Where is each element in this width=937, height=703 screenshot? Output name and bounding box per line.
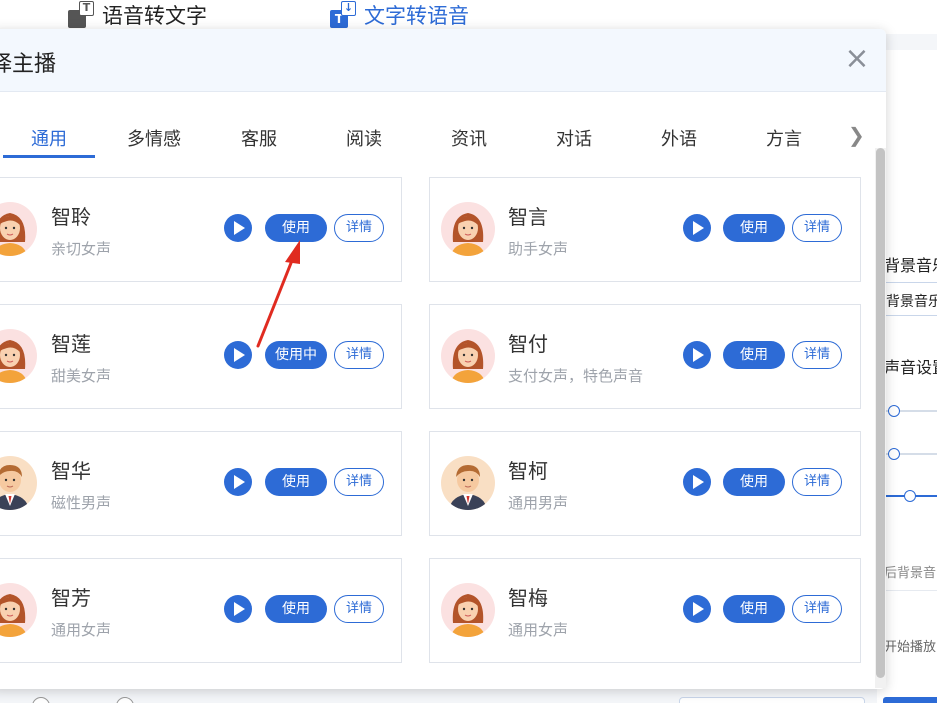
avatar xyxy=(0,329,37,383)
voice-card[interactable]: 智柯通用男声 使用 详情 xyxy=(429,431,861,536)
play-icon[interactable] xyxy=(224,214,252,242)
tab-reading[interactable]: 阅读 xyxy=(346,125,382,151)
modal-header: 择主播 × xyxy=(0,29,886,92)
play-icon[interactable] xyxy=(683,341,711,369)
voice-category-tabs: 通用 多情感 客服 阅读 资讯 对话 外语 方言 ❯ xyxy=(0,119,886,159)
tab-dialogue[interactable]: 对话 xyxy=(556,125,592,151)
background-music-label: 背景音乐 xyxy=(884,256,937,275)
tab-text-to-speech-label: 文字转语音 xyxy=(364,4,469,28)
slider-knob[interactable] xyxy=(888,405,900,417)
tab-dialect[interactable]: 方言 xyxy=(766,125,802,151)
voice-settings-label: 声音设置 xyxy=(884,358,937,377)
pitch-slider[interactable] xyxy=(884,490,937,502)
detail-button[interactable]: 详情 xyxy=(792,214,842,242)
detail-button[interactable]: 详情 xyxy=(334,595,384,623)
voice-card[interactable]: 智华磁性男声 使用 详情 xyxy=(0,431,402,536)
speech-to-text-icon: T xyxy=(66,1,94,29)
detail-button[interactable]: 详情 xyxy=(334,214,384,242)
use-button[interactable]: 使用中 xyxy=(265,341,327,369)
bottom-primary-button[interactable] xyxy=(883,697,937,703)
slider-knob[interactable] xyxy=(888,448,900,460)
voice-description: 亲切女声 xyxy=(51,240,112,258)
voice-name: 智梅 xyxy=(508,586,548,610)
background-music-select[interactable]: 背景音乐 xyxy=(881,282,937,316)
radio-button[interactable] xyxy=(116,697,134,703)
voice-description: 通用女声 xyxy=(508,621,569,639)
voice-description: 通用男声 xyxy=(508,494,569,512)
detail-button[interactable]: 详情 xyxy=(792,595,842,623)
divider xyxy=(884,590,937,591)
speed-slider[interactable] xyxy=(884,405,937,417)
tab-customer-service[interactable]: 客服 xyxy=(241,125,277,151)
play-icon[interactable] xyxy=(224,468,252,496)
volume-slider[interactable] xyxy=(884,448,937,460)
use-button[interactable]: 使用 xyxy=(723,468,785,496)
voice-name: 智言 xyxy=(508,205,548,229)
voice-description: 助手女声 xyxy=(508,240,569,258)
use-button[interactable]: 使用 xyxy=(723,214,785,242)
voice-description: 甜美女声 xyxy=(51,367,112,385)
voice-card[interactable]: 智梅通用女声 使用 详情 xyxy=(429,558,861,663)
close-icon[interactable]: × xyxy=(842,44,872,75)
background-note: 后背景音 xyxy=(884,566,937,581)
text-to-speech-icon: T ↓ xyxy=(328,1,356,29)
tab-foreign-language[interactable]: 外语 xyxy=(661,125,697,151)
play-icon[interactable] xyxy=(224,341,252,369)
start-play-label[interactable]: 开始播放 xyxy=(884,636,936,655)
tab-text-to-speech[interactable]: T ↓ 文字转语音 xyxy=(328,0,469,30)
use-button[interactable]: 使用 xyxy=(265,595,327,623)
avatar xyxy=(0,583,37,637)
use-button[interactable]: 使用 xyxy=(265,214,327,242)
voice-card[interactable]: 智莲甜美女声 使用中 详情 xyxy=(0,304,402,409)
voice-name: 智莲 xyxy=(51,332,91,356)
voice-name: 智聆 xyxy=(51,205,91,229)
play-icon[interactable] xyxy=(224,595,252,623)
voice-name: 智柯 xyxy=(508,459,548,483)
detail-button[interactable]: 详情 xyxy=(792,468,842,496)
avatar xyxy=(0,456,37,510)
modal-title: 择主播 xyxy=(0,52,57,77)
bottom-input[interactable] xyxy=(679,697,865,703)
slider-knob[interactable] xyxy=(904,490,916,502)
tab-general[interactable]: 通用 xyxy=(31,125,67,151)
detail-button[interactable]: 详情 xyxy=(334,341,384,369)
voice-name: 智华 xyxy=(51,459,91,483)
radio-button[interactable] xyxy=(32,697,50,703)
tab-news[interactable]: 资讯 xyxy=(451,125,487,151)
voice-card[interactable]: 智付支付女声，特色声音 使用 详情 xyxy=(429,304,861,409)
detail-button[interactable]: 详情 xyxy=(792,341,842,369)
use-button[interactable]: 使用 xyxy=(265,468,327,496)
voice-description: 通用女声 xyxy=(51,621,112,639)
play-icon[interactable] xyxy=(683,214,711,242)
voice-description: 支付女声，特色声音 xyxy=(508,367,644,385)
tab-emotional[interactable]: 多情感 xyxy=(127,125,181,151)
voice-card[interactable]: 智芳通用女声 使用 详情 xyxy=(0,558,402,663)
avatar xyxy=(441,583,495,637)
voice-card[interactable]: 智言助手女声 使用 详情 xyxy=(429,177,861,282)
scrollbar-thumb[interactable] xyxy=(876,148,885,678)
tab-speech-to-text[interactable]: T 语音转文字 xyxy=(66,0,207,30)
avatar xyxy=(441,456,495,510)
play-icon[interactable] xyxy=(683,595,711,623)
tab-speech-to-text-label: 语音转文字 xyxy=(102,4,207,28)
use-button[interactable]: 使用 xyxy=(723,341,785,369)
avatar xyxy=(441,202,495,256)
use-button[interactable]: 使用 xyxy=(723,595,785,623)
voice-card[interactable]: 智聆亲切女声 使用 详情 xyxy=(0,177,402,282)
avatar xyxy=(441,329,495,383)
voice-name: 智芳 xyxy=(51,586,91,610)
voice-name: 智付 xyxy=(508,332,548,356)
avatar xyxy=(0,202,37,256)
chevron-right-icon[interactable]: ❯ xyxy=(848,123,865,147)
detail-button[interactable]: 详情 xyxy=(334,468,384,496)
voice-description: 磁性男声 xyxy=(51,494,112,512)
active-tab-underline xyxy=(3,155,95,158)
play-icon[interactable] xyxy=(683,468,711,496)
